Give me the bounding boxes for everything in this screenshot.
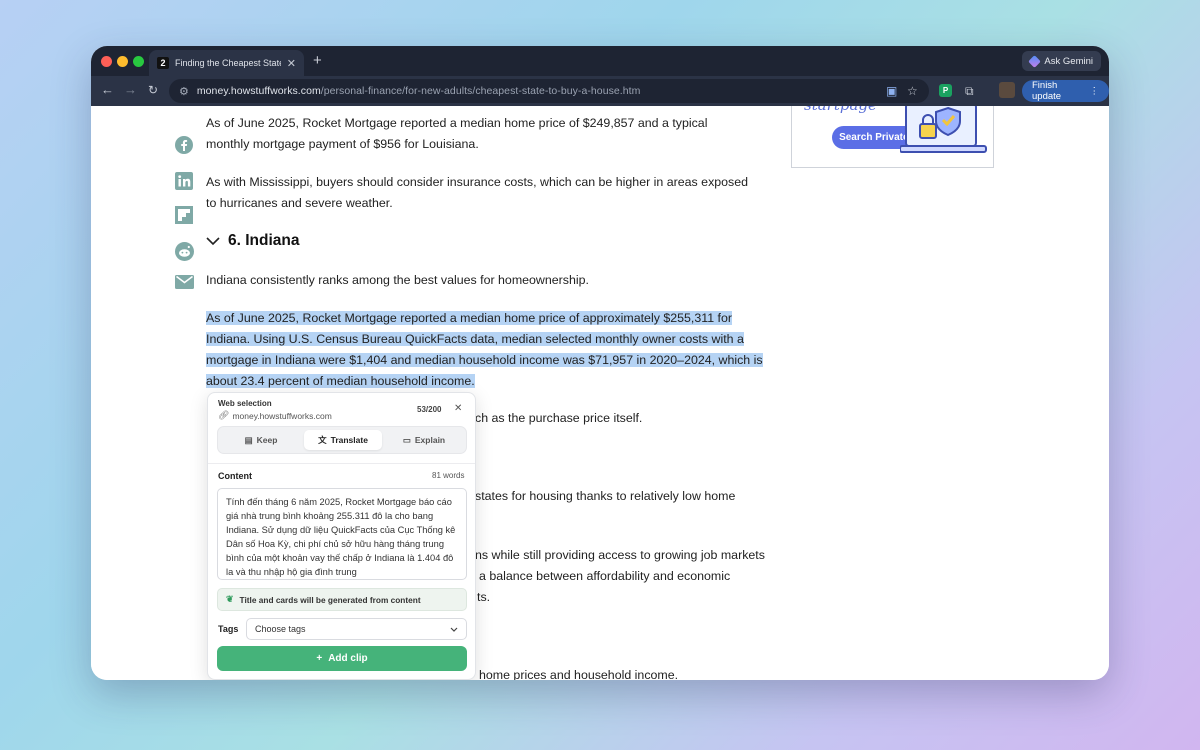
startpage-ad[interactable]: startpage Search Privately xyxy=(791,106,994,168)
tags-select-value: Choose tags xyxy=(255,624,306,634)
tab-strip: 2 Finding the Cheapest State to Buy a Ho… xyxy=(91,46,1109,76)
ask-gemini-label: Ask Gemini xyxy=(1044,55,1093,67)
text-fragment: ts. xyxy=(477,590,491,604)
selected-line: mortgage in Indiana were $1,404 and medi… xyxy=(206,353,763,367)
plus-icon: + xyxy=(316,653,323,664)
section-heading[interactable]: 6. Indiana xyxy=(206,232,300,250)
selected-line: about 23.4 percent of median household i… xyxy=(206,374,475,388)
address-bar[interactable]: ⚙ money.howstuffworks.com/personal-finan… xyxy=(169,79,929,103)
mode-switcher: ▤ Keep 文 Translate ▭ Explain xyxy=(217,426,467,454)
cast-icon[interactable]: ▣ xyxy=(886,84,897,98)
url-domain: money.howstuffworks.com xyxy=(196,85,321,97)
new-tab-button[interactable]: + xyxy=(313,52,322,69)
popup-source-site: money.howstuffworks.com xyxy=(232,410,332,421)
email-icon[interactable] xyxy=(174,273,194,291)
keep-mode-label: Keep xyxy=(256,435,278,445)
tab-active[interactable]: 2 Finding the Cheapest State to Buy a Ho… xyxy=(149,50,304,76)
translate-icon: 文 xyxy=(318,435,327,445)
selected-line: Indiana. Using U.S. Census Bureau QuickF… xyxy=(206,332,744,346)
article-paragraph: As with Mississippi, buyers should consi… xyxy=(206,175,749,210)
ask-gemini-button[interactable]: Ask Gemini xyxy=(1022,51,1101,71)
forward-icon[interactable]: → xyxy=(124,82,137,97)
translate-mode-button[interactable]: 文 Translate xyxy=(304,430,382,450)
chat-bubble-icon: ▭ xyxy=(402,434,411,445)
explain-mode-label: Explain xyxy=(414,435,446,445)
content-label: Content xyxy=(218,471,252,481)
text-fragment: a balance between affordability and econ… xyxy=(479,569,731,583)
explain-mode-button[interactable]: ▭ Explain xyxy=(385,430,463,450)
chevron-down-icon xyxy=(450,627,458,632)
keep-mode-button[interactable]: ▤ Keep xyxy=(222,430,300,450)
profile-avatar[interactable] xyxy=(999,82,1015,98)
tab-close-icon[interactable]: ✕ xyxy=(287,57,296,70)
bookmark-star-icon[interactable]: ☆ xyxy=(907,84,918,98)
reddit-icon[interactable] xyxy=(174,241,194,261)
finish-update-label: Finish update xyxy=(1032,80,1062,102)
close-window-button[interactable] xyxy=(101,56,112,67)
article-paragraph: Indiana consistently ranks among the bes… xyxy=(206,273,589,287)
add-clip-button[interactable]: + Add clip xyxy=(217,646,467,671)
linkedin-icon[interactable] xyxy=(174,172,194,190)
extensions-puzzle-icon[interactable]: ⧉ xyxy=(965,84,974,99)
word-count: 81 words xyxy=(432,471,465,480)
laptop-lock-illustration xyxy=(900,106,987,153)
maximize-window-button[interactable] xyxy=(133,56,144,67)
content-textarea[interactable]: Tính đến tháng 6 năm 2025, Rocket Mortga… xyxy=(217,488,467,580)
back-icon[interactable]: ← xyxy=(101,82,114,97)
document-icon: ▤ xyxy=(244,434,253,445)
generation-note-text: Title and cards will be generated from c… xyxy=(239,594,421,605)
extension-icon[interactable]: P xyxy=(939,84,952,97)
ad-brand-logo: startpage xyxy=(804,106,877,114)
browser-window: 2 Finding the Cheapest State to Buy a Ho… xyxy=(91,46,1109,680)
text-fragment: home prices and household income. xyxy=(479,668,679,680)
gemini-icon xyxy=(1028,54,1042,68)
text-fragment: ch as the purchase price itself. xyxy=(475,411,643,425)
translate-mode-label: Translate xyxy=(330,435,368,445)
tab-title: Finding the Cheapest State to Buy a Hous… xyxy=(175,58,281,68)
sprout-icon: ❦ xyxy=(226,594,234,604)
url-path: /personal-finance/for-new-adults/cheapes… xyxy=(320,85,641,97)
add-clip-label: Add clip xyxy=(328,653,368,664)
divider xyxy=(208,463,475,464)
popup-header: Web selection xyxy=(218,399,272,408)
text-fragment: states for housing thanks to relatively … xyxy=(475,489,736,503)
flipboard-icon[interactable] xyxy=(174,206,194,224)
more-menu-icon: ⋮ xyxy=(1089,85,1100,97)
facebook-icon[interactable] xyxy=(174,136,194,154)
browser-toolbar: ← → ↻ ⚙ money.howstuffworks.com/personal… xyxy=(91,76,1109,106)
finish-update-button[interactable]: Finish update ⋮ xyxy=(1022,80,1109,102)
tags-select[interactable]: Choose tags xyxy=(246,618,467,640)
web-clip-popup: Web selection 🔗︎ money.howstuffworks.com… xyxy=(207,392,476,680)
minimize-window-button[interactable] xyxy=(117,56,128,67)
tags-label: Tags xyxy=(218,624,239,634)
popup-close-icon[interactable]: ✕ xyxy=(454,403,462,414)
text-fragment: ns while still providing access to growi… xyxy=(475,548,765,562)
page-content: As of June 2025, Rocket Mortgage reporte… xyxy=(91,106,1109,680)
clip-count: 53/200 xyxy=(417,405,442,414)
link-icon: 🔗︎ xyxy=(218,410,230,420)
site-settings-icon[interactable]: ⚙ xyxy=(179,85,189,98)
chevron-down-icon xyxy=(206,236,220,245)
generation-note: ❦ Title and cards will be generated from… xyxy=(217,588,467,611)
popup-source: 🔗︎ money.howstuffworks.com xyxy=(218,410,332,421)
url-text: money.howstuffworks.com/personal-finance… xyxy=(197,85,641,97)
selected-paragraph: As of June 2025, Rocket Mortgage reporte… xyxy=(206,308,766,392)
selected-line: As of June 2025, Rocket Mortgage reporte… xyxy=(206,311,732,325)
site-favicon-icon: 2 xyxy=(157,57,169,69)
section-heading-text: 6. Indiana xyxy=(228,232,300,249)
article-paragraph: As of June 2025, Rocket Mortgage reporte… xyxy=(206,116,708,151)
reload-icon[interactable]: ↻ xyxy=(148,83,158,97)
